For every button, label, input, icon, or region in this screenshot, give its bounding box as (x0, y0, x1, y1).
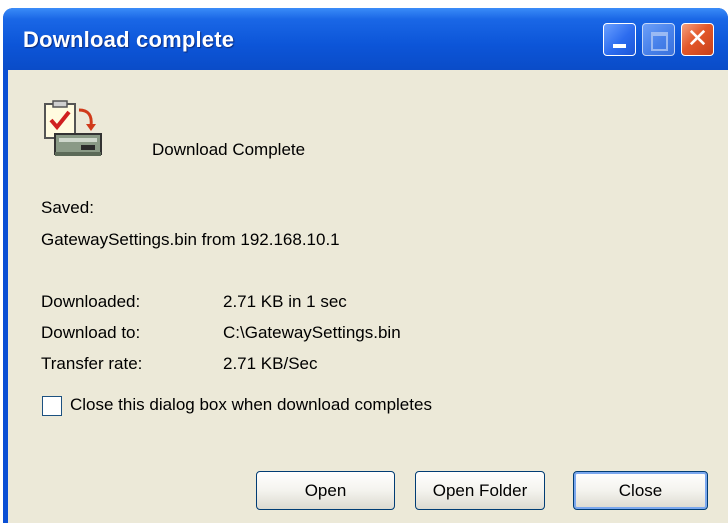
saved-label: Saved: (41, 198, 94, 217)
open-folder-button[interactable]: Open Folder (415, 471, 545, 510)
minimize-button[interactable] (603, 23, 636, 56)
close-when-complete-label[interactable]: Close this dialog box when download comp… (70, 395, 432, 415)
download-complete-dialog: Download complete ✕ Download Complete Sa… (3, 8, 728, 523)
maximize-icon (651, 32, 668, 51)
downloaded-label: Downloaded: (41, 292, 141, 311)
maximize-button (642, 23, 675, 56)
transfer-rate-label: Transfer rate: (41, 354, 143, 373)
download-to-value: C:\GatewaySettings.bin (223, 323, 401, 342)
close-when-complete-checkbox[interactable] (42, 396, 62, 416)
dialog-body: Download Complete Saved: GatewaySettings… (8, 70, 728, 523)
open-button[interactable]: Open (256, 471, 395, 510)
window-title: Download complete (23, 27, 235, 52)
minimize-icon (613, 44, 626, 48)
download-complete-heading: Download Complete (152, 140, 306, 159)
downloaded-value: 2.71 KB in 1 sec (223, 292, 347, 311)
saved-file-value: GatewaySettings.bin from 192.168.10.1 (41, 230, 340, 249)
close-icon: ✕ (686, 24, 709, 54)
download-to-label: Download to: (41, 323, 141, 342)
transfer-rate-value: 2.71 KB/Sec (223, 354, 318, 373)
download-complete-icon (44, 100, 102, 156)
close-window-button[interactable]: ✕ (681, 23, 714, 56)
close-button[interactable]: Close (573, 471, 708, 510)
title-bar[interactable]: Download complete ✕ (3, 8, 728, 70)
